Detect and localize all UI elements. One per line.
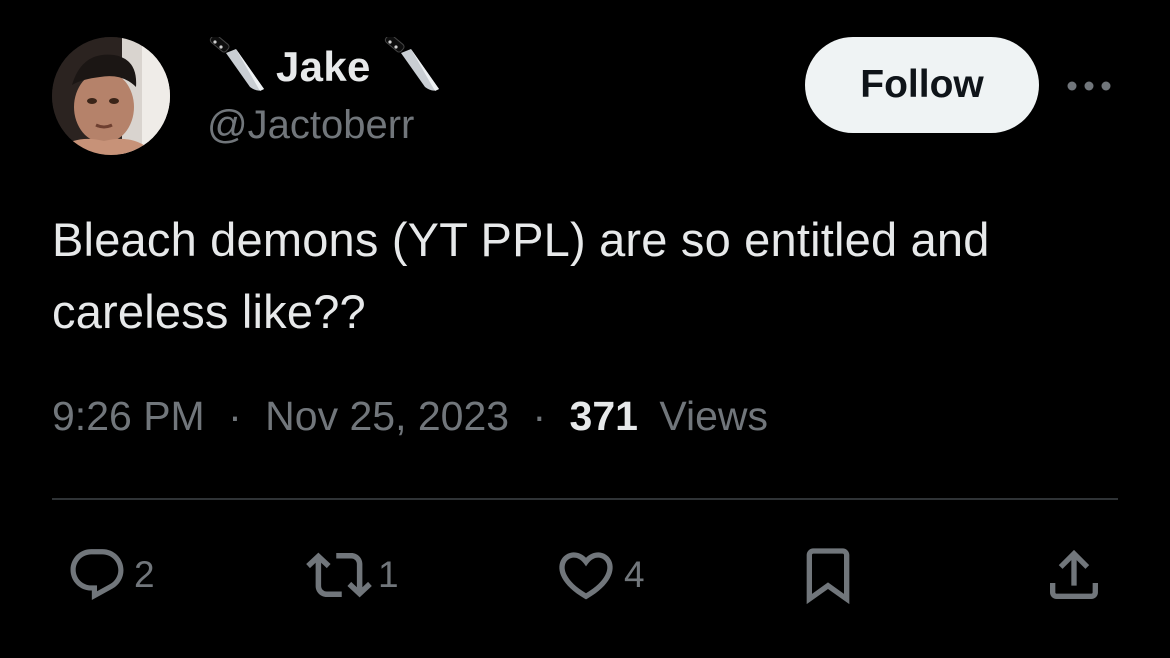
like-count: 4: [624, 554, 645, 595]
more-icon[interactable]: [1064, 74, 1114, 98]
share-button[interactable]: [1042, 535, 1106, 615]
bookmark-button[interactable]: [796, 535, 860, 615]
heart-icon: [559, 552, 613, 600]
follow-button[interactable]: Follow: [805, 37, 1039, 133]
avatar[interactable]: [52, 37, 170, 155]
knife-icon: [209, 37, 264, 91]
meta-separator: ·: [228, 393, 242, 439]
tweet-meta: 9:26 PM · Nov 25, 2023 · 371 Views: [52, 393, 768, 440]
reply-icon: [70, 549, 124, 601]
tweet-date[interactable]: Nov 25, 2023: [265, 393, 509, 439]
repost-count: 1: [378, 554, 399, 595]
author-handle[interactable]: @Jactoberr: [207, 103, 414, 148]
display-name[interactable]: Jake: [276, 43, 371, 91]
avatar-image: [52, 37, 170, 155]
reply-button[interactable]: 2: [66, 535, 155, 615]
action-bar: 2 1 4: [0, 535, 1170, 615]
repost-icon: [306, 552, 372, 598]
tweet-text: Bleach demons (YT PPL) are so entitled a…: [52, 204, 1122, 348]
tweet-card: Jake @Jactoberr Follow Bleach demons (YT…: [0, 0, 1170, 658]
like-button[interactable]: 4: [554, 535, 645, 615]
author-name-row[interactable]: Jake: [206, 36, 445, 98]
share-icon: [1050, 549, 1098, 599]
tweet-time[interactable]: 9:26 PM: [52, 393, 205, 439]
repost-button[interactable]: 1: [306, 535, 399, 615]
knife-icon: [384, 37, 439, 91]
meta-separator: ·: [532, 393, 547, 439]
reply-count: 2: [134, 554, 155, 595]
divider: [52, 498, 1118, 500]
views-count: 371: [569, 393, 638, 439]
bookmark-icon: [806, 548, 850, 605]
tweet-text-line: careless like??: [52, 285, 366, 338]
tweet-text-line: Bleach demons (YT PPL) are so entitled a…: [52, 213, 990, 266]
views-label: Views: [659, 393, 769, 439]
